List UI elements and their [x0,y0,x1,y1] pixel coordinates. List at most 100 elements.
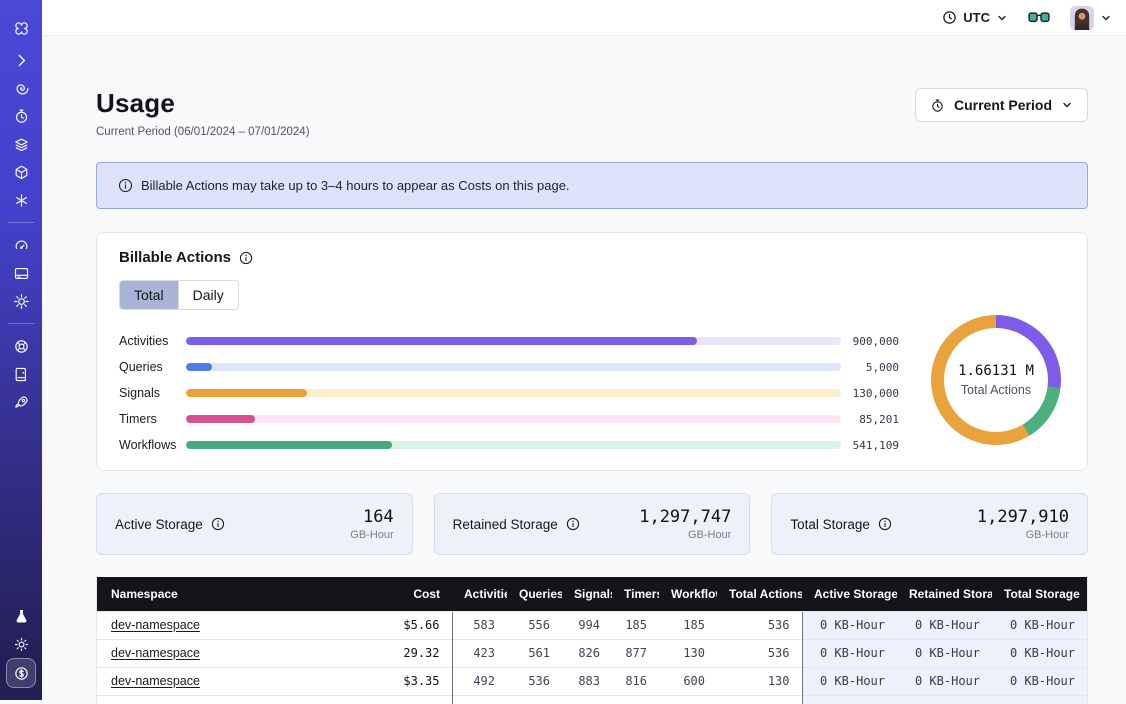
glasses-button[interactable] [1028,11,1050,24]
workflows-icon[interactable] [7,158,35,186]
page-subtitle: Current Period (06/01/2024 – 07/01/2024) [96,126,310,138]
retained-storage-value: 1,297,747 [639,507,731,527]
active-storage-cell: 0 KB-Hour [802,667,897,695]
billing-icon[interactable] [6,658,36,688]
namespace-link[interactable]: dev-namespace [111,646,200,660]
storage-cards-row: Active Storage 164 GB-Hour Retained Stor… [96,493,1088,555]
page-title: Usage [96,88,310,119]
top-bar: UTC [42,0,1126,36]
bar-label: Queries [119,360,186,374]
sidebar-divider [8,323,34,324]
bar-label: Signals [119,386,186,400]
getting-started-rocket-icon[interactable] [7,388,35,416]
bar-value: 5,000 [841,361,899,374]
schedules-icon[interactable] [7,102,35,130]
billable-bar-row: Timers 85,201 [119,406,919,432]
nexus-icon[interactable] [7,186,35,214]
bar-label: Activities [119,334,186,348]
col-total-actions: Total Actions [717,577,802,611]
active-storage-unit: GB-Hour [350,529,393,541]
bar-value: 85,201 [841,413,899,426]
chevron-down-icon [1061,99,1073,111]
namespace-link[interactable]: dev-namespace [111,674,200,688]
bar-fill [186,441,392,449]
col-activities: Activities [452,577,507,611]
namespace-link[interactable]: dev-namespace [111,618,200,632]
timers-cell: 877 [612,639,659,667]
col-retained-storage: Retained Storage [897,577,992,611]
table-row: dev-namespace 29.32 423 561 826 877 130 … [97,639,1087,667]
timers-cell: 185 [612,611,659,639]
support-icon[interactable] [7,332,35,360]
activities-cell: 583 [452,611,507,639]
deployments-icon[interactable] [7,130,35,158]
tab-total[interactable]: Total [120,281,178,309]
total-actions-cell: 536 [717,611,802,639]
billable-bar-row: Workflows 541,109 [119,432,919,458]
billable-bar-row: Activities 900,000 [119,328,919,354]
settings-icon[interactable] [7,287,35,315]
main-content: Usage Current Period (06/01/2024 – 07/01… [42,37,1126,700]
info-icon[interactable] [878,517,892,531]
donut-center: 1.66131 M Total Actions [944,328,1048,432]
retained-storage-card: Retained Storage 1,297,747 GB-Hour [434,493,751,555]
workflows-cell: 185 [659,611,717,639]
total-storage-unit: GB-Hour [977,529,1069,541]
total-storage-value: 1,297,910 [977,507,1069,527]
bar-fill [186,337,697,345]
total-storage-cell: 0 KB-Hour [992,667,1087,695]
billable-actions-card: Billable Actions Total Daily Activities … [96,232,1088,471]
total-storage-cell: 0 KB-Hour [992,639,1087,667]
col-timers: Timers [612,577,659,611]
timezone-selector[interactable]: UTC [942,10,1008,25]
docs-icon[interactable] [7,360,35,388]
total-storage-label: Total Storage [790,517,870,532]
table-row: dev-namespace $5.66 583 556 994 185 185 … [97,611,1087,639]
cost-cell: $5.66 [351,611,452,639]
info-icon[interactable] [239,251,253,265]
info-icon[interactable] [211,517,225,531]
info-icon[interactable] [566,517,580,531]
billable-bar-row: Queries 5,000 [119,354,919,380]
tab-daily[interactable]: Daily [178,281,238,309]
temporal-logo-icon[interactable] [7,14,35,42]
labs-flask-icon[interactable] [7,602,35,630]
theme-toggle-sun-icon[interactable] [7,630,35,658]
bar-track [186,337,841,345]
stopwatch-icon [930,98,945,113]
info-icon [118,178,133,193]
active-storage-label: Active Storage [115,517,203,532]
queries-cell: 536 [507,667,562,695]
queries-cell: 556 [507,611,562,639]
web-ui-icon[interactable] [7,259,35,287]
namespaces-icon[interactable] [7,74,35,102]
timers-cell: 816 [612,667,659,695]
col-signals: Signals [562,577,612,611]
col-queries: Queries [507,577,562,611]
usage-icon[interactable] [7,231,35,259]
cost-cell: $3.35 [351,667,452,695]
cost-cell: 29.32 [351,639,452,667]
namespace-usage-table: Namespace Cost Activities Queries Signal… [96,577,1088,704]
workflows-cell: 600 [659,667,717,695]
signals-cell: 994 [562,611,612,639]
retained-storage-cell: 0 KB-Hour [897,667,992,695]
total-actions-cell: 536 [717,639,802,667]
user-menu[interactable] [1070,6,1112,30]
bar-value: 900,000 [841,335,899,348]
bar-label: Workflows [119,438,186,452]
retained-storage-cell: 0 KB-Hour [897,639,992,667]
bar-track [186,441,841,449]
sidebar [0,0,42,700]
period-dropdown-button[interactable]: Current Period [915,88,1088,122]
chevron-down-icon [1100,12,1112,24]
period-button-label: Current Period [954,97,1052,113]
table-header-row: Namespace Cost Activities Queries Signal… [97,577,1087,611]
bar-fill [186,415,255,423]
col-total-storage: Total Storage [992,577,1087,611]
bar-fill [186,363,212,371]
bar-value: 541,109 [841,439,899,452]
billable-actions-title: Billable Actions [119,249,231,266]
active-storage-card: Active Storage 164 GB-Hour [96,493,413,555]
collapse-chevron-icon[interactable] [7,46,35,74]
